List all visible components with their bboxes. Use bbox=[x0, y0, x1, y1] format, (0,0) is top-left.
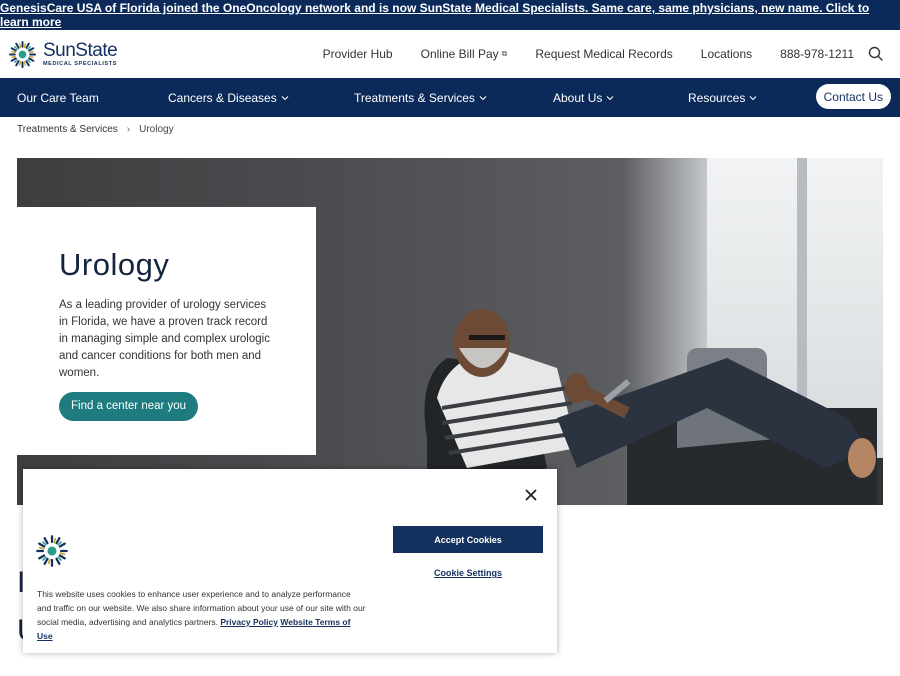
page-title: Urology bbox=[59, 247, 170, 282]
announcement-banner: GenesisCare USA of Florida joined the On… bbox=[0, 0, 900, 30]
main-nav: Our Care Team Cancers & Diseases Treatme… bbox=[0, 78, 900, 117]
find-center-button[interactable]: Find a center near you bbox=[59, 392, 199, 421]
chevron-down-icon bbox=[281, 95, 289, 100]
breadcrumb: Treatments & Services › Urology bbox=[17, 124, 174, 135]
nav-about-us[interactable]: About Us bbox=[553, 78, 614, 117]
nav-our-care-team[interactable]: Our Care Team bbox=[17, 78, 99, 117]
external-link-icon: ⧉ bbox=[501, 49, 508, 58]
contact-us-button[interactable]: Contact Us bbox=[815, 84, 891, 109]
phone-link[interactable]: 888-978-1211 bbox=[780, 47, 854, 61]
nav-cancers-diseases[interactable]: Cancers & Diseases bbox=[168, 78, 289, 117]
provider-hub-link[interactable]: Provider Hub bbox=[323, 47, 393, 61]
nav-our-care-team-label: Our Care Team bbox=[17, 90, 99, 105]
sun-logo-icon bbox=[36, 535, 68, 567]
chevron-down-icon bbox=[606, 95, 614, 100]
nav-resources-label: Resources bbox=[688, 90, 746, 105]
cookie-notice-text: This website uses cookies to enhance use… bbox=[37, 587, 367, 643]
logo-tagline: MEDICAL SPECIALISTS bbox=[43, 61, 117, 68]
locations-link[interactable]: Locations bbox=[701, 47, 752, 61]
nav-treatments-services[interactable]: Treatments & Services bbox=[354, 78, 487, 117]
online-bill-pay-link[interactable]: Online Bill Pay ⧉ bbox=[421, 47, 508, 61]
online-bill-pay-label: Online Bill Pay bbox=[420, 47, 499, 61]
close-icon[interactable] bbox=[525, 489, 537, 501]
nav-treatments-services-label: Treatments & Services bbox=[354, 90, 475, 105]
cookie-settings-button[interactable]: Cookie Settings bbox=[393, 566, 543, 580]
provider-hub-label: Provider Hub bbox=[322, 47, 393, 61]
sunstate-logo[interactable]: SunState MEDICAL SPECIALISTS bbox=[8, 40, 118, 69]
site-header: SunState MEDICAL SPECIALISTS Provider Hu… bbox=[0, 30, 900, 78]
chevron-right-icon: › bbox=[126, 124, 131, 135]
utility-nav: Provider Hub Online Bill Pay ⧉ Request Me… bbox=[295, 30, 884, 78]
nav-resources[interactable]: Resources bbox=[688, 78, 757, 117]
request-medical-records-link[interactable]: Request Medical Records bbox=[535, 47, 672, 61]
logo-name: SunState bbox=[43, 40, 118, 62]
website-terms-label-1: Website bbox=[280, 617, 313, 627]
cookie-consent-dialog: This website uses cookies to enhance use… bbox=[23, 469, 557, 653]
locations-label: Locations bbox=[700, 47, 753, 61]
nav-cancers-diseases-label: Cancers & Diseases bbox=[168, 90, 277, 105]
breadcrumb-current: Urology bbox=[139, 124, 174, 135]
search-icon[interactable] bbox=[868, 46, 884, 62]
hero-card: Urology As a leading provider of urology… bbox=[17, 207, 316, 455]
accept-cookies-button[interactable]: Accept Cookies bbox=[393, 526, 543, 553]
breadcrumb-parent-link[interactable]: Treatments & Services bbox=[17, 124, 118, 135]
man-reading-tablet-illustration bbox=[424, 309, 877, 505]
chevron-down-icon bbox=[749, 95, 757, 100]
chevron-down-icon bbox=[479, 95, 487, 100]
announcement-link[interactable]: GenesisCare USA of Florida joined the On… bbox=[0, 1, 900, 29]
nav-about-us-label: About Us bbox=[553, 90, 603, 105]
phone-number: 888-978-1211 bbox=[780, 47, 854, 61]
sun-logo-icon bbox=[8, 40, 37, 69]
privacy-policy-link[interactable]: Privacy Policy bbox=[220, 617, 278, 627]
request-medical-records-label: Request Medical Records bbox=[535, 47, 673, 61]
hero-description: As a leading provider of urology service… bbox=[59, 299, 270, 379]
